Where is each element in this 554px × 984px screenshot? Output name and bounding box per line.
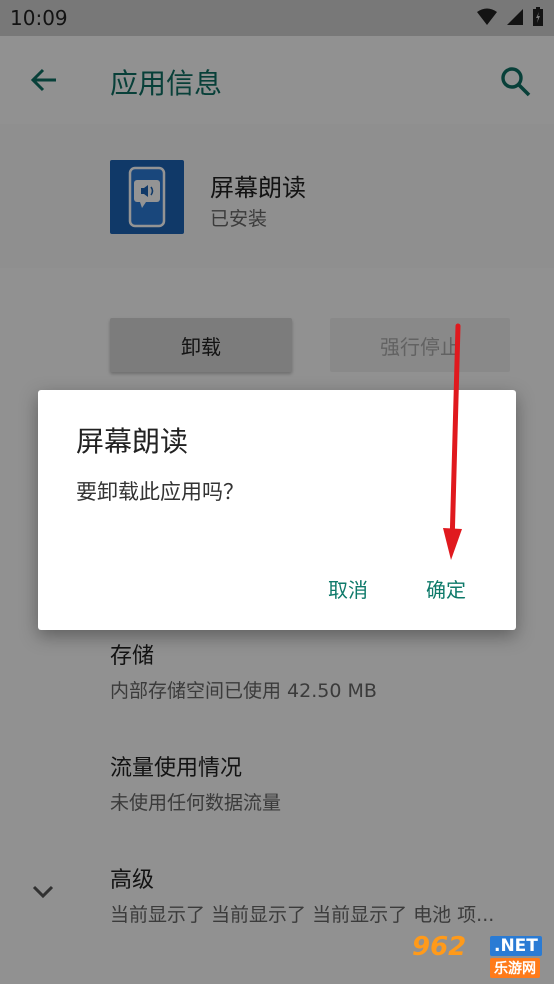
cancel-button[interactable]: 取消	[328, 574, 368, 603]
watermark-number: 962	[412, 932, 467, 962]
dialog-title: 屏幕朗读	[76, 425, 189, 458]
uninstall-dialog: 屏幕朗读 要卸载此应用吗？ 取消 确定	[38, 390, 516, 630]
watermark-site: 乐游网	[490, 958, 540, 978]
watermark-logo: 962 .NET 乐游网	[412, 932, 548, 978]
dialog-message: 要卸载此应用吗？	[76, 480, 244, 504]
confirm-button[interactable]: 确定	[426, 574, 466, 603]
watermark-net: .NET	[490, 936, 542, 956]
